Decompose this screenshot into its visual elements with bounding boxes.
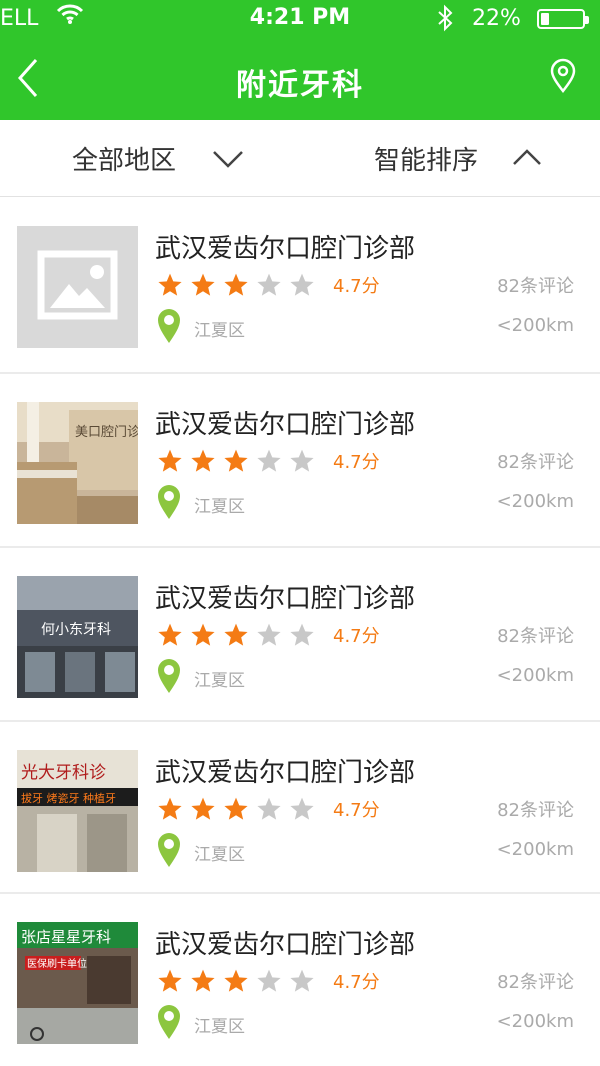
review-count: 82条评论 [497,276,574,297]
sort-filter-label: 智能排序 [374,146,479,176]
rating-score: 4.7分 [333,276,380,297]
clinic-name: 武汉爱齿尔口腔门诊部 [155,758,416,788]
star-empty-icon [257,449,281,472]
map-pin-icon [158,659,180,693]
star-filled-icon [224,797,248,820]
clinic-list-item[interactable]: 美口腔门诊 武汉爱齿尔口腔门诊部 4.7分 82条评论 江夏区 <200km [0,374,600,546]
star-filled-icon [191,449,215,472]
map-pin-icon [158,309,180,343]
svg-text:美口腔门诊: 美口腔门诊 [75,425,138,440]
map-pin-icon [158,833,180,867]
star-filled-icon [224,623,248,646]
clinic-photo: 何小东牙科 [17,576,138,698]
star-empty-icon [257,273,281,296]
battery-percent: 22% [472,6,521,31]
star-empty-icon [290,797,314,820]
star-filled-icon [191,797,215,820]
clinic-list-item[interactable]: 张店星星牙科 医保刷卡单位 武汉爱齿尔口腔门诊部 4.7分 82条评论 江夏区 … [0,894,600,1066]
rating-score: 4.7分 [333,452,380,473]
map-pin-icon [158,485,180,519]
rating-score: 4.7分 [333,626,380,647]
clinic-name: 武汉爱齿尔口腔门诊部 [155,584,416,614]
battery-icon [537,9,589,29]
review-count: 82条评论 [497,972,574,993]
chevron-up-icon [513,149,541,165]
review-count: 82条评论 [497,452,574,473]
clinic-photo: 张店星星牙科 医保刷卡单位 [17,922,138,1044]
star-filled-icon [191,969,215,992]
clinic-list-item[interactable]: 光大牙科诊 拔牙 烤瓷牙 种植牙 武汉爱齿尔口腔门诊部 4.7分 82条评论 江… [0,722,600,894]
bluetooth-icon [436,4,454,38]
clinic-list-item[interactable]: 武汉爱齿尔口腔门诊部 4.7分 82条评论 江夏区 <200km [0,198,600,370]
area-filter-label: 全部地区 [72,146,177,176]
map-pin-icon [550,58,576,94]
location-button[interactable] [548,58,578,94]
district-label: 江夏区 [194,1017,245,1037]
star-filled-icon [224,969,248,992]
svg-text:医保刷卡单位: 医保刷卡单位 [27,957,87,970]
star-empty-icon [290,449,314,472]
clinic-name: 武汉爱齿尔口腔门诊部 [155,410,416,440]
clinic-name: 武汉爱齿尔口腔门诊部 [155,930,416,960]
star-filled-icon [158,969,182,992]
svg-text:张店星星牙科: 张店星星牙科 [21,928,111,946]
chevron-down-icon [213,151,243,168]
star-filled-icon [191,273,215,296]
map-pin-icon [158,1005,180,1039]
star-filled-icon [158,449,182,472]
clinic-name: 武汉爱齿尔口腔门诊部 [155,234,416,264]
star-empty-icon [257,797,281,820]
top-bar: ELL 4:21 PM 22% 附近牙科 [0,0,600,120]
district-label: 江夏区 [194,845,245,865]
page-title: 附近牙科 [236,68,364,103]
rating-score: 4.7分 [333,972,380,993]
review-count: 82条评论 [497,626,574,647]
district-label: 江夏区 [194,671,245,691]
star-empty-icon [290,273,314,296]
star-filled-icon [158,797,182,820]
star-filled-icon [191,623,215,646]
distance-label: <200km [496,315,574,336]
star-empty-icon [290,969,314,992]
star-empty-icon [290,623,314,646]
star-filled-icon [224,449,248,472]
district-label: 江夏区 [194,321,245,341]
svg-text:光大牙科诊: 光大牙科诊 [21,763,106,783]
distance-label: <200km [496,839,574,860]
clinic-photo: 美口腔门诊 [17,402,138,524]
distance-label: <200km [496,491,574,512]
star-filled-icon [158,273,182,296]
image-placeholder-icon [17,226,138,348]
star-empty-icon [257,623,281,646]
svg-text:何小东牙科: 何小东牙科 [41,622,111,638]
svg-text:拔牙 烤瓷牙 种植牙: 拔牙 烤瓷牙 种植牙 [21,791,116,805]
star-filled-icon [158,623,182,646]
star-empty-icon [257,969,281,992]
clinic-photo: 光大牙科诊 拔牙 烤瓷牙 种植牙 [17,750,138,872]
distance-label: <200km [496,1011,574,1032]
clinic-list-item[interactable]: 何小东牙科 武汉爱齿尔口腔门诊部 4.7分 82条评论 江夏区 <200km [0,548,600,720]
district-label: 江夏区 [194,497,245,517]
star-filled-icon [224,273,248,296]
review-count: 82条评论 [497,800,574,821]
filter-bar: 全部地区 智能排序 [0,120,600,197]
distance-label: <200km [496,665,574,686]
status-bar: ELL 4:21 PM 22% [0,0,600,38]
rating-score: 4.7分 [333,800,380,821]
